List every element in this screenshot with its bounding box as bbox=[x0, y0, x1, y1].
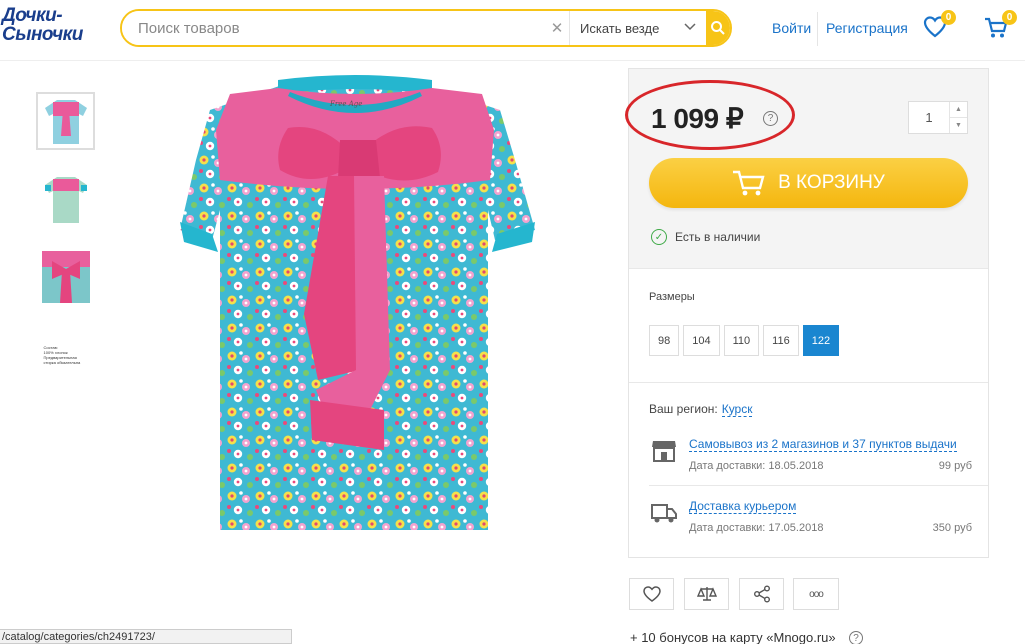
search-scope-label: Искать везде bbox=[580, 20, 660, 36]
size-selector: 98 104 110 116 122 bbox=[649, 325, 840, 356]
stock-label: Есть в наличии bbox=[675, 230, 761, 244]
size-option[interactable]: 116 bbox=[763, 325, 799, 356]
more-button[interactable]: ooo bbox=[793, 578, 839, 610]
add-to-favorites-button[interactable] bbox=[629, 578, 674, 610]
region-row: Ваш регион: Курск bbox=[649, 402, 753, 417]
register-link[interactable]: Регистрация bbox=[826, 20, 908, 36]
pickup-price: 99 руб bbox=[938, 460, 972, 472]
thumbnail-3[interactable] bbox=[36, 248, 95, 306]
cart-icon bbox=[733, 170, 765, 196]
sizes-label: Размеры bbox=[649, 291, 695, 303]
price-highlight-ring bbox=[625, 80, 795, 150]
store-icon bbox=[652, 441, 676, 462]
search-icon bbox=[711, 21, 725, 35]
thumbnail-4[interactable]: Состав: 100% хлопок Предварительная стир… bbox=[36, 326, 95, 384]
header-separator bbox=[817, 12, 818, 46]
search-button[interactable] bbox=[706, 11, 730, 45]
bonus-text: + 10 бонусов на карту «Mnogo.ru» bbox=[630, 630, 836, 644]
share-button[interactable] bbox=[739, 578, 784, 610]
quantity-decrease-icon[interactable]: ▼ bbox=[950, 117, 967, 133]
search-bar: ✕ Искать везде bbox=[120, 9, 732, 47]
product-image: Free Age bbox=[180, 75, 535, 530]
divider bbox=[629, 382, 988, 383]
pickup-date: Дата доставки: 18.05.2018 bbox=[689, 460, 824, 472]
check-icon: ✓ bbox=[651, 229, 667, 245]
courier-option: Доставка курьером Дата доставки: 17.05.2… bbox=[649, 499, 974, 549]
thumbnail-2[interactable] bbox=[36, 170, 95, 228]
pickup-link[interactable]: Самовывоз из 2 магазинов и 37 пунктов вы… bbox=[689, 437, 957, 452]
stock-status: ✓ Есть в наличии bbox=[651, 229, 760, 245]
favorites-badge: 0 bbox=[941, 10, 956, 25]
search-input[interactable] bbox=[122, 11, 545, 45]
price-box: 1 099 ₽ ? 1 ▲ ▼ В КОРЗИНУ ✓ Есть в налич… bbox=[625, 69, 988, 268]
search-scope-select[interactable]: Искать везде bbox=[569, 11, 706, 45]
courier-link[interactable]: Доставка курьером bbox=[689, 499, 797, 514]
region-label: Ваш регион: bbox=[649, 402, 718, 416]
region-link[interactable]: Курск bbox=[721, 402, 753, 417]
courier-date: Дата доставки: 17.05.2018 bbox=[689, 522, 824, 534]
courier-price: 350 руб bbox=[932, 522, 972, 534]
size-option[interactable]: 98 bbox=[649, 325, 680, 356]
divider bbox=[649, 485, 988, 486]
header: Дочки- Сыночки ✕ Искать везде Войти Реги… bbox=[0, 0, 1025, 60]
quantity-stepper[interactable]: 1 ▲ ▼ bbox=[908, 101, 968, 134]
blouse-thumbnail-image bbox=[44, 100, 87, 144]
truck-icon bbox=[651, 504, 677, 523]
cart-badge: 0 bbox=[1002, 10, 1017, 25]
add-to-cart-label: В КОРЗИНУ bbox=[778, 172, 885, 193]
blouse-back-thumbnail-image bbox=[44, 177, 87, 223]
divider bbox=[629, 268, 988, 269]
pickup-option: Самовывоз из 2 магазинов и 37 пунктов вы… bbox=[649, 437, 974, 487]
clear-icon[interactable]: ✕ bbox=[545, 11, 569, 45]
logo-line-2: Сыночки bbox=[2, 24, 83, 45]
chevron-down-icon bbox=[684, 22, 696, 34]
heart-icon bbox=[642, 586, 661, 602]
logo-line-1: Дочки- bbox=[2, 5, 63, 26]
bonus-help-icon[interactable]: ? bbox=[849, 631, 863, 644]
size-option[interactable]: 104 bbox=[683, 325, 720, 356]
add-to-cart-button[interactable]: В КОРЗИНУ bbox=[649, 158, 968, 208]
thumbnail-1[interactable] bbox=[36, 92, 95, 150]
purchase-panel: 1 099 ₽ ? 1 ▲ ▼ В КОРЗИНУ ✓ Есть в налич… bbox=[625, 68, 989, 558]
cart-button[interactable]: 0 bbox=[983, 10, 1017, 42]
composition-thumbnail-text: Состав: 100% хлопок Предварительная стир… bbox=[43, 345, 81, 365]
bow-detail-thumbnail-image bbox=[41, 251, 90, 303]
quantity-increase-icon[interactable]: ▲ bbox=[950, 102, 967, 117]
quantity-arrows: ▲ ▼ bbox=[949, 102, 967, 133]
size-option-selected[interactable]: 122 bbox=[802, 325, 840, 356]
size-option[interactable]: 110 bbox=[723, 325, 760, 356]
logo[interactable]: Дочки- Сыночки bbox=[2, 6, 94, 46]
favorites-button[interactable]: 0 bbox=[922, 10, 956, 42]
header-divider bbox=[0, 60, 1025, 61]
share-icon bbox=[753, 585, 770, 603]
scales-icon bbox=[696, 587, 717, 601]
svg-text:Free Age: Free Age bbox=[329, 100, 362, 108]
login-link[interactable]: Войти bbox=[772, 20, 811, 36]
compare-button[interactable] bbox=[684, 578, 729, 610]
status-bar-url: /catalog/categories/ch2491723/ bbox=[0, 629, 292, 644]
quantity-value[interactable]: 1 bbox=[909, 102, 949, 133]
